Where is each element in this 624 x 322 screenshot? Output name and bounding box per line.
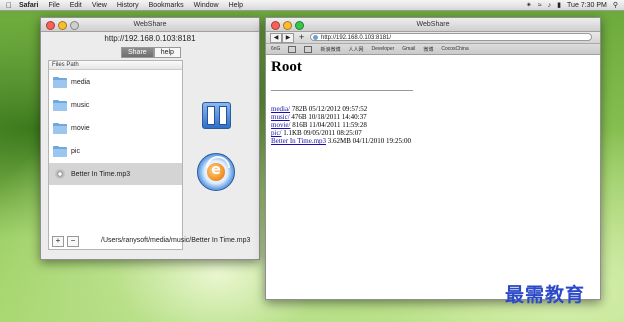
directory-listing: media/ 782B 05/12/2012 09:57:52 music/ 4… (271, 105, 413, 145)
webshare-window-title: WebShare (133, 21, 167, 28)
bookmark-item[interactable]: 6nG (271, 46, 280, 52)
entry-link[interactable]: pic/ (271, 129, 282, 137)
folder-icon (53, 122, 67, 134)
forward-button[interactable]: ▶ (282, 33, 294, 43)
menu-bar:  Safari File Edit View History Bookmark… (0, 0, 624, 11)
bookmark-item[interactable]: Gmail (402, 46, 415, 52)
volume-icon[interactable]: ♪ (548, 2, 552, 9)
apple-menu-icon[interactable]:  (4, 1, 14, 10)
address-bar[interactable]: http://192.168.0.103:8181/ (310, 33, 592, 41)
pause-icon (206, 106, 215, 125)
file-name: media (71, 78, 91, 86)
entry-link[interactable]: movie/ (271, 121, 290, 129)
entry-info: 782B 05/12/2012 09:57:52 (291, 105, 368, 113)
menu-history[interactable]: History (117, 2, 139, 9)
zoom-window-icon[interactable] (295, 21, 304, 30)
entry-info: 3.62MB 04/11/2010 19:25:00 (327, 137, 411, 145)
menu-file[interactable]: File (48, 2, 59, 9)
entry-link[interactable]: music/ (271, 113, 290, 121)
file-name: movie (71, 124, 90, 132)
list-item[interactable]: music (49, 94, 182, 116)
tab-share[interactable]: Share (121, 47, 154, 58)
list-item[interactable]: pic (49, 140, 182, 162)
entry-info: 476B 10/18/2011 14:40:37 (291, 113, 367, 121)
list-item: music/ 476B 10/18/2011 14:40:37 (271, 113, 413, 121)
divider (271, 90, 413, 91)
file-name: Better In Time.mp3 (71, 170, 131, 178)
bluetooth-icon[interactable]: ✴ (526, 1, 532, 9)
menubar-clock[interactable]: Tue 7:30 PM (567, 2, 607, 9)
e-letter-icon: e (211, 162, 221, 178)
watermark-text: 最需教育 (505, 284, 586, 306)
reading-list-icon[interactable] (288, 45, 297, 53)
entry-info: 1.1KB 09/05/2011 08:25:07 (283, 129, 362, 137)
new-tab-icon[interactable]: + (299, 32, 304, 43)
files-path-header: Files Path (49, 61, 182, 70)
menu-view[interactable]: View (92, 2, 107, 9)
menu-safari[interactable]: Safari (19, 2, 38, 9)
minimize-window-icon[interactable] (283, 21, 292, 30)
page-title: Root (271, 59, 302, 75)
list-item: media/ 782B 05/12/2012 09:57:52 (271, 105, 413, 113)
server-url: http://192.168.0.103:8181 (104, 34, 196, 43)
bookmarks-bar: 6nG 新浪微博 人人网 Developer Gmail 微博 CocosChi… (266, 44, 600, 55)
entry-link[interactable]: media/ (271, 105, 290, 113)
webshare-titlebar[interactable]: WebShare (41, 18, 259, 32)
file-name: pic (71, 147, 80, 155)
shared-files-list[interactable]: Files Path media music movie pic Better … (48, 60, 183, 250)
menu-help[interactable]: Help (229, 2, 243, 9)
spotlight-search-icon[interactable]: ⚲ (613, 1, 618, 9)
remove-file-button[interactable]: − (67, 236, 79, 247)
wifi-icon[interactable]: ≈ (538, 2, 542, 9)
file-name: music (71, 101, 90, 109)
bookmark-item[interactable]: 微博 (423, 46, 433, 53)
page-content: Root media/ 782B 05/12/2012 09:57:52 mus… (271, 59, 413, 145)
safari-window-title: WebShare (416, 21, 450, 28)
list-item-selected[interactable]: Better In Time.mp3 (49, 163, 182, 185)
selected-file-path: /Users/ranysoft/media/music/Better In Ti… (101, 237, 251, 244)
list-item: pic/ 1.1KB 09/05/2011 08:25:07 (271, 129, 413, 137)
close-window-icon[interactable] (271, 21, 280, 30)
globe-icon (313, 35, 318, 40)
back-button[interactable]: ◀ (270, 33, 282, 43)
pause-sharing-button[interactable] (202, 102, 231, 129)
list-item: Better In Time.mp3 3.62MB 04/11/2010 19:… (271, 137, 413, 145)
bookmark-item[interactable]: CocosChina (441, 46, 468, 52)
folder-icon (53, 99, 67, 111)
entry-info: 816B 11/04/2011 11:59:28 (292, 121, 367, 129)
list-item[interactable]: media (49, 71, 182, 93)
webshare-window: WebShare http://192.168.0.103:8181 Share… (40, 17, 260, 260)
audio-file-icon (55, 169, 65, 179)
list-item[interactable]: movie (49, 117, 182, 139)
minimize-window-icon[interactable] (58, 21, 67, 30)
webshare-tabs: Share help (121, 47, 181, 58)
open-in-browser-button[interactable]: e (197, 153, 235, 191)
menu-edit[interactable]: Edit (70, 2, 82, 9)
menu-bookmarks[interactable]: Bookmarks (149, 2, 184, 9)
safari-window: WebShare ◀ ▶ + http://192.168.0.103:8181… (265, 17, 601, 300)
safari-titlebar[interactable]: WebShare (266, 18, 600, 32)
bookmark-item[interactable]: 新浪微博 (320, 46, 340, 53)
back-arrow-icon: ◀ (273, 35, 279, 41)
bookmark-item[interactable]: 人人网 (348, 46, 363, 53)
folder-icon (53, 76, 67, 88)
list-item: movie/ 816B 11/04/2011 11:59:28 (271, 121, 413, 129)
folder-icon (53, 145, 67, 157)
top-sites-icon[interactable] (304, 45, 313, 53)
safari-toolbar: ◀ ▶ + http://192.168.0.103:8181/ (266, 32, 600, 44)
close-window-icon[interactable] (46, 21, 55, 30)
tab-help[interactable]: help (153, 47, 181, 58)
add-file-button[interactable]: + (52, 236, 64, 247)
bookmark-item[interactable]: Developer (371, 46, 394, 52)
pause-icon-bar (218, 106, 227, 125)
menu-window[interactable]: Window (194, 2, 219, 9)
zoom-window-icon[interactable] (70, 21, 79, 30)
address-text: http://192.168.0.103:8181/ (321, 35, 392, 41)
forward-arrow-icon: ▶ (285, 35, 291, 41)
entry-link[interactable]: Better In Time.mp3 (271, 137, 326, 145)
battery-icon[interactable]: ▮ (557, 1, 561, 9)
